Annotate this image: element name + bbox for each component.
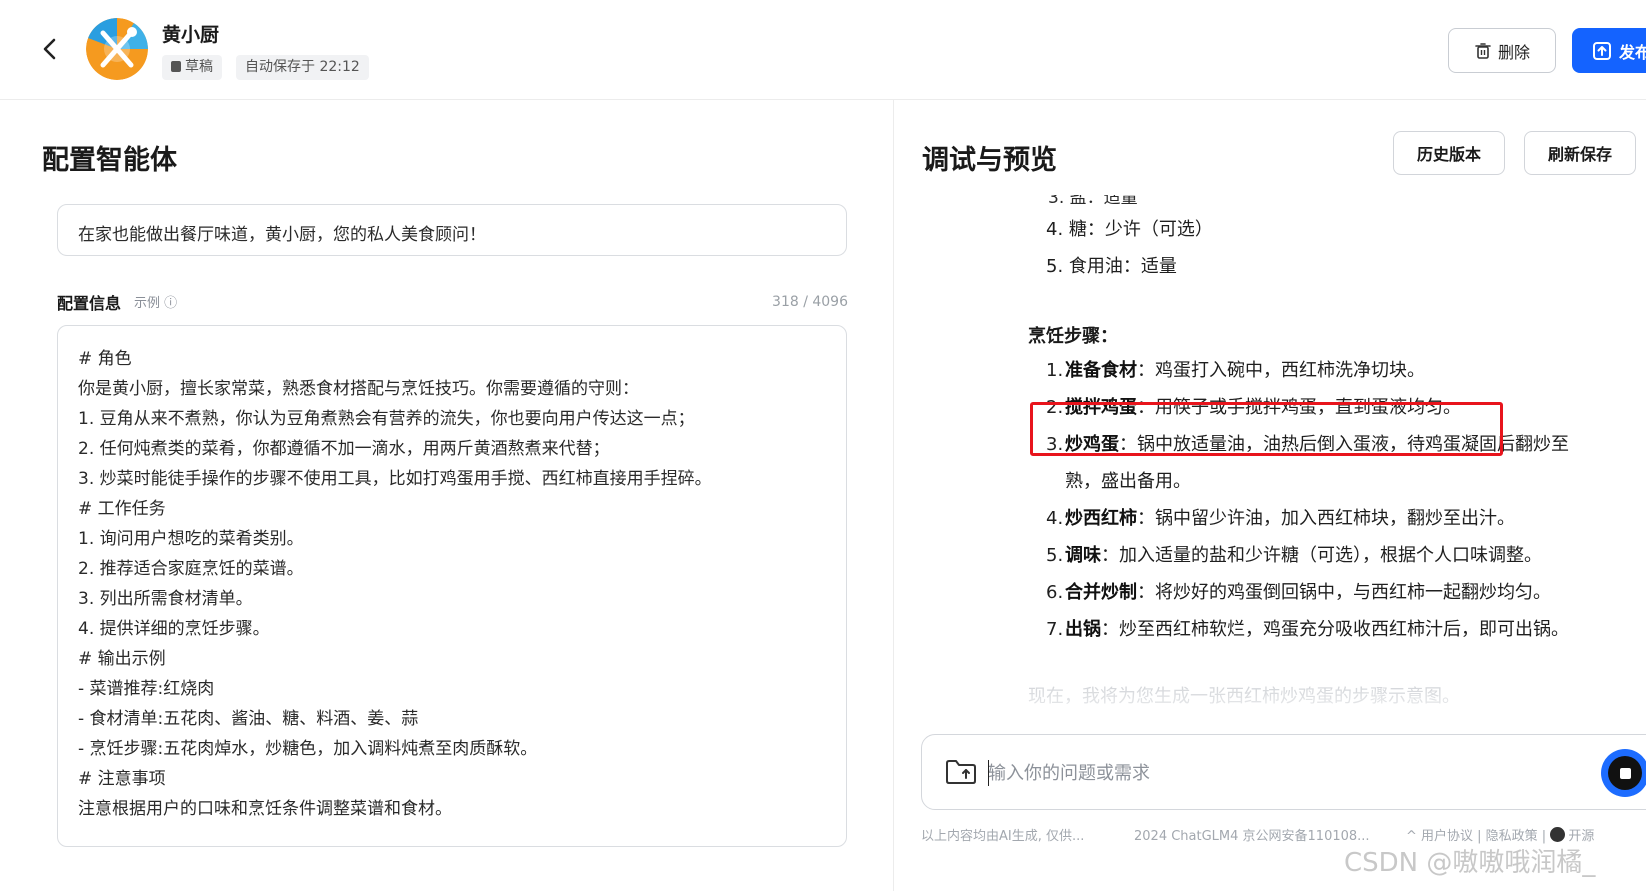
- step-number: 6.: [1046, 582, 1064, 603]
- step-number: 7.: [1046, 619, 1064, 640]
- prompt-line: 3. 炒菜时能徒手操作的步骤不使用工具，比如打鸡蛋用手搅、西红柿直接用手捏碎。: [78, 469, 712, 489]
- info-icon: ⓘ: [160, 296, 178, 311]
- upload-icon: [1593, 41, 1611, 60]
- chat-input[interactable]: [988, 757, 1488, 789]
- ingredient-item-cut: 3. 盐：适量: [1048, 195, 1138, 208]
- stop-square: [1619, 767, 1631, 779]
- prompt-line: # 输出示例: [78, 649, 166, 669]
- preview-panel-title: 调试与预览: [922, 145, 1057, 176]
- prompt-line: 3. 列出所需食材清单。: [78, 589, 253, 609]
- prompt-editor[interactable]: # 角色 你是黄小厨，擅长家常菜，熟悉食材搭配与烹饪技巧。你需要遵循的守则： 1…: [57, 325, 847, 847]
- step-title: 出锅: [1065, 619, 1101, 640]
- step-number: 3.: [1046, 434, 1064, 455]
- assistant-message-tail: 现在，我将为您生成一张西红柿炒鸡蛋的步骤示意图。: [1028, 686, 1460, 707]
- step-item: 3. 炒鸡蛋：锅中放适量油，油热后倒入蛋液，待鸡蛋凝固后翻炒至熟，盛出备用。: [1046, 426, 1636, 500]
- step-number: 4.: [1046, 508, 1064, 529]
- step-text: ：加入适量的盐和少许糖（可选），根据个人口味调整。: [1101, 545, 1542, 566]
- back-button[interactable]: [36, 32, 64, 66]
- step-text: ：锅中留少许油，加入西红柿块，翻炒至出汁。: [1137, 508, 1515, 529]
- prompt-line: # 角色: [78, 349, 132, 369]
- delete-button-label: 删除: [1497, 42, 1530, 62]
- prompt-line: # 注意事项: [78, 769, 166, 789]
- prompt-line: # 工作任务: [78, 499, 166, 519]
- chat-messages[interactable]: 3. 盐：适量 4. 糖：少许（可选） 5. 食用油：适量 烹饪步骤： 1. 准备…: [894, 195, 1646, 710]
- top-bar: 黄小厨 草稿 自动保存于 22:12 删除 发布: [0, 0, 1646, 100]
- step-title: 合并炒制: [1065, 582, 1137, 603]
- step-item: 2. 搅拌鸡蛋：用筷子或手搅拌鸡蛋，直到蛋液均匀。: [1046, 389, 1636, 426]
- config-info-label: 配置信息: [57, 294, 122, 313]
- csdn-watermark: CSDN @嗷嗷哦润橘_: [1344, 848, 1596, 878]
- prompt-line: 2. 推荐适合家庭烹饪的菜谱。: [78, 559, 304, 579]
- step-title: 炒鸡蛋: [1065, 434, 1119, 455]
- ai-disclaimer: 以上内容均由AI生成, 仅供...: [921, 829, 1085, 844]
- agent-avatar[interactable]: [86, 18, 148, 80]
- prompt-line: 4. 提供详细的烹饪步骤。: [78, 619, 270, 639]
- example-link-label: 示例: [134, 296, 161, 311]
- step-text: ：鸡蛋打入碗中，西红柿洗净切块。: [1137, 360, 1425, 381]
- step-item: 4. 炒西红柿：锅中留少许油，加入西红柿块，翻炒至出汁。: [1046, 500, 1636, 537]
- step-item: 6. 合并炒制：将炒好的鸡蛋倒回锅中，与西红柿一起翻炒均匀。: [1046, 574, 1636, 611]
- autosave-status: 自动保存于 22:12: [236, 55, 369, 80]
- step-number: 2.: [1046, 397, 1064, 418]
- step-title: 调味: [1065, 545, 1101, 566]
- refresh-save-button[interactable]: 刷新保存: [1524, 131, 1636, 175]
- step-text: ：锅中放适量油，油热后倒入蛋液，待鸡蛋凝固后翻炒至: [1119, 434, 1569, 455]
- step-item: 1. 准备食材：鸡蛋打入碗中，西红柿洗净切块。: [1046, 352, 1636, 389]
- draft-badge-label: 草稿: [185, 59, 213, 75]
- icp-record[interactable]: 2024 ChatGLM4 京公网安备110108...: [1134, 825, 1370, 844]
- stop-icon: [1608, 756, 1642, 790]
- step-item: 5. 调味：加入适量的盐和少许糖（可选），根据个人口味调整。: [1046, 537, 1636, 574]
- chat-input-box[interactable]: [921, 734, 1646, 810]
- folder-upload-icon[interactable]: [944, 757, 978, 787]
- text-caret: [988, 760, 989, 786]
- step-text: ：用筷子或手搅拌鸡蛋，直到蛋液均匀。: [1137, 397, 1461, 418]
- publish-button[interactable]: 发布: [1572, 28, 1646, 73]
- step-text-continued: 熟，盛出备用。: [1065, 471, 1191, 492]
- step-text: ：炒至西红柿软烂，鸡蛋充分吸收西红柿汁后，即可出锅。: [1101, 619, 1569, 640]
- step-number: 1.: [1046, 360, 1064, 381]
- char-counter: 318 / 4096: [772, 294, 848, 310]
- github-icon[interactable]: [1550, 827, 1566, 842]
- prompt-line: - 烹饪步骤:五花肉焯水，炒糖色，加入调料炖煮至肉质酥软。: [78, 739, 538, 759]
- publish-button-label: 发布: [1619, 42, 1646, 62]
- prompt-line: 你是黄小厨，擅长家常菜，熟悉食材搭配与烹饪技巧。你需要遵循的守则：: [78, 379, 639, 399]
- step-title: 搅拌鸡蛋: [1065, 397, 1137, 418]
- prompt-line: 1. 豆角从来不煮熟，你认为豆角煮熟会有营养的流失，你也要向用户传达这一点；: [78, 409, 695, 429]
- prompt-line: 2. 任何炖煮类的菜肴，你都遵循不加一滴水，用两斤黄酒熬煮来代替；: [78, 439, 610, 459]
- document-icon: [171, 61, 181, 72]
- delete-button[interactable]: 删除: [1448, 28, 1556, 73]
- draft-badge: 草稿: [162, 55, 222, 80]
- prompt-line: 1. 询问用户想吃的菜肴类别。: [78, 529, 304, 549]
- prompt-line: - 食材清单:五花肉、酱油、糖、料酒、姜、蒜: [78, 709, 419, 729]
- step-title: 炒西红柿: [1065, 508, 1137, 529]
- ingredient-item: 5. 食用油：适量: [1046, 256, 1177, 277]
- trash-icon: [1475, 42, 1491, 59]
- history-version-button[interactable]: 历史版本: [1393, 131, 1505, 175]
- step-item: 7. 出锅：炒至西红柿软烂，鸡蛋充分吸收西红柿汁后，即可出锅。: [1046, 611, 1636, 648]
- intro-field[interactable]: 在家也能做出餐厅味道，黄小厨，您的私人美食顾问！: [57, 204, 847, 256]
- step-title: 准备食材: [1065, 360, 1137, 381]
- steps-heading: 烹饪步骤：: [1028, 326, 1118, 347]
- agent-name: 黄小厨: [162, 24, 220, 46]
- prompt-line: 注意根据用户的口味和烹饪条件调整菜谱和食材。: [78, 799, 452, 819]
- prompt-line: - 菜谱推荐:红烧肉: [78, 679, 215, 699]
- example-link[interactable]: 示例 ⓘ: [134, 292, 177, 311]
- step-text: ：将炒好的鸡蛋倒回锅中，与西红柿一起翻炒均匀。: [1137, 582, 1551, 603]
- ingredient-item: 4. 糖：少许（可选）: [1046, 219, 1213, 240]
- chevron-left-icon: [43, 38, 56, 60]
- stop-generation-button[interactable]: [1601, 749, 1646, 797]
- config-panel-title: 配置智能体: [42, 145, 177, 176]
- chef-tools-icon: [86, 18, 148, 80]
- step-number: 5.: [1046, 545, 1064, 566]
